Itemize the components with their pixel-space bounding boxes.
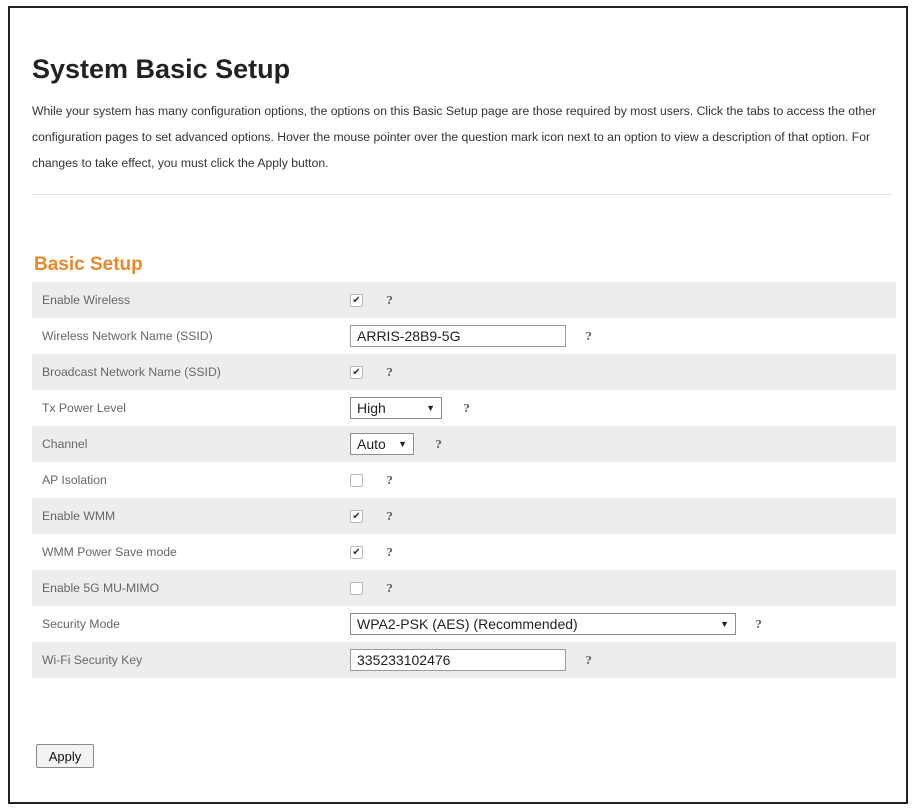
label-enable-mu-mimo: Enable 5G MU-MIMO xyxy=(42,581,160,595)
label-broadcast-ssid: Broadcast Network Name (SSID) xyxy=(42,365,221,379)
label-enable-wireless: Enable Wireless xyxy=(42,293,131,307)
channel-selected: Auto xyxy=(357,436,386,452)
intro-paragraph: While your system has many configuration… xyxy=(32,104,877,170)
label-tx-power: Tx Power Level xyxy=(42,401,126,415)
tx-power-select[interactable]: High ▼ xyxy=(350,397,442,419)
row-security-key: Wi-Fi Security Key ? xyxy=(32,642,896,678)
row-broadcast-ssid: Broadcast Network Name (SSID) ✔ ? xyxy=(32,354,896,390)
row-ssid: Wireless Network Name (SSID) ? xyxy=(32,318,896,354)
help-icon[interactable]: ? xyxy=(582,330,595,343)
help-icon[interactable]: ? xyxy=(432,438,445,451)
row-ap-isolation: AP Isolation ? xyxy=(32,462,896,498)
chevron-down-icon: ▼ xyxy=(398,439,407,449)
checkbox-enable-wmm[interactable]: ✔ xyxy=(350,509,363,523)
row-channel: Channel Auto ▼ ? xyxy=(32,426,896,462)
help-icon[interactable]: ? xyxy=(582,654,595,667)
label-enable-wmm: Enable WMM xyxy=(42,509,116,523)
help-icon[interactable]: ? xyxy=(383,366,396,379)
help-icon[interactable]: ? xyxy=(383,294,396,307)
ssid-input[interactable] xyxy=(350,325,566,347)
apply-button[interactable]: Apply xyxy=(36,744,94,768)
chevron-down-icon: ▼ xyxy=(720,619,729,629)
checkbox-enable-mu-mimo[interactable] xyxy=(350,581,363,595)
row-tx-power: Tx Power Level High ▼ ? xyxy=(32,390,896,426)
security-key-input[interactable] xyxy=(350,649,566,671)
setup-page-frame: System Basic Setup While your system has… xyxy=(8,6,908,804)
row-enable-wireless: Enable Wireless ✔ ? xyxy=(32,282,896,318)
checkbox-enable-wireless[interactable]: ✔ xyxy=(350,293,363,307)
security-mode-selected: WPA2-PSK (AES) (Recommended) xyxy=(357,616,578,632)
chevron-down-icon: ▼ xyxy=(426,403,435,413)
row-security-mode: Security Mode WPA2-PSK (AES) (Recommende… xyxy=(32,606,896,642)
settings-table: Enable Wireless ✔ ? Wireless Network Nam… xyxy=(32,282,896,678)
divider xyxy=(32,194,892,195)
help-icon[interactable]: ? xyxy=(383,546,396,559)
help-icon[interactable]: ? xyxy=(460,402,473,415)
label-channel: Channel xyxy=(42,437,88,451)
help-icon[interactable]: ? xyxy=(383,582,396,595)
row-enable-wmm: Enable WMM ✔ ? xyxy=(32,498,896,534)
label-security-mode: Security Mode xyxy=(42,617,120,631)
checkbox-broadcast-ssid[interactable]: ✔ xyxy=(350,365,363,379)
label-ap-isolation: AP Isolation xyxy=(42,473,107,487)
help-icon[interactable]: ? xyxy=(752,618,765,631)
label-security-key: Wi-Fi Security Key xyxy=(42,653,143,667)
row-wmm-power-save: WMM Power Save mode ✔ ? xyxy=(32,534,896,570)
help-icon[interactable]: ? xyxy=(383,510,396,523)
row-enable-mu-mimo: Enable 5G MU-MIMO ? xyxy=(32,570,896,606)
tx-power-selected: High xyxy=(357,400,386,416)
checkbox-ap-isolation[interactable] xyxy=(350,473,363,487)
label-ssid: Wireless Network Name (SSID) xyxy=(42,329,213,343)
channel-select[interactable]: Auto ▼ xyxy=(350,433,414,455)
help-icon[interactable]: ? xyxy=(383,474,396,487)
label-wmm-power-save: WMM Power Save mode xyxy=(42,545,177,559)
checkbox-wmm-power-save[interactable]: ✔ xyxy=(350,545,363,559)
section-title: Basic Setup xyxy=(34,254,143,275)
page-title: System Basic Setup xyxy=(32,54,291,84)
security-mode-select[interactable]: WPA2-PSK (AES) (Recommended) ▼ xyxy=(350,613,736,635)
